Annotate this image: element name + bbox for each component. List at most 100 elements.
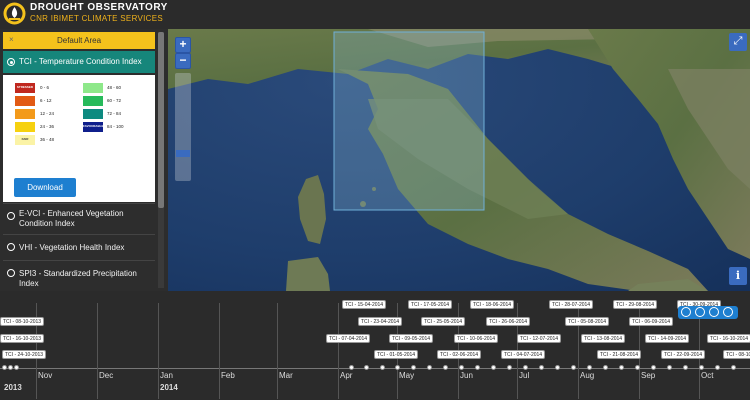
radio-icon[interactable]	[7, 243, 15, 251]
map-view[interactable]: + − ⤢ i	[168, 29, 750, 291]
timeline-tag[interactable]: TCI - 08-10-2014	[723, 350, 750, 359]
zoom-slider-thumb[interactable]	[176, 150, 190, 157]
timeline-dot[interactable]	[619, 365, 624, 370]
month-gridline	[277, 303, 278, 399]
timeline-tag[interactable]: TCI - 06-09-2014	[629, 317, 674, 326]
timeline-nav-bar	[678, 306, 738, 319]
timeline-tag[interactable]: TCI - 02-06-2014	[437, 350, 482, 359]
timeline-dot[interactable]	[715, 365, 720, 370]
legend-swatch: FAIR	[15, 135, 35, 145]
zoom-in-time-icon[interactable]	[681, 307, 691, 317]
download-button[interactable]: Download	[14, 178, 76, 197]
timeline-tag[interactable]: TCI - 05-08-2014	[565, 317, 610, 326]
timeline-dot[interactable]	[14, 365, 19, 370]
timeline-dot[interactable]	[364, 365, 369, 370]
legend-swatch	[15, 122, 35, 132]
timeline-dot[interactable]	[587, 365, 592, 370]
legend-swatch-tag: FAVOURABLE	[83, 124, 104, 128]
timeline-tag[interactable]: TCI - 07-04-2014	[326, 334, 371, 343]
timeline-tag[interactable]: TCI - 25-05-2014	[421, 317, 466, 326]
timeline-tag[interactable]: TCI - 14-09-2014	[645, 334, 690, 343]
index-item-label: TCI - Temperature Condition Index	[19, 57, 142, 66]
panel-scrollbar[interactable]	[158, 32, 164, 288]
timeline-dot[interactable]	[459, 365, 464, 370]
legend-swatch-tag: STRESSED	[16, 85, 34, 89]
timeline-dot[interactable]	[555, 365, 560, 370]
timeline-dot[interactable]	[475, 365, 480, 370]
zoom-out-button[interactable]: −	[175, 53, 191, 69]
legend-card: STRESSED 0 - 6 6 - 12 12 - 24 24 - 36 FA…	[3, 75, 155, 202]
timeline-tag[interactable]: TCI - 08-10-2013	[0, 317, 45, 326]
timeline-tag[interactable]: TCI - 24-10-2013	[2, 350, 47, 359]
timeline-dot[interactable]	[380, 365, 385, 370]
zoom-out-time-icon[interactable]	[695, 307, 705, 317]
timeline-dot[interactable]	[539, 365, 544, 370]
timeline-tag[interactable]: TCI - 01-05-2014	[374, 350, 419, 359]
year-label: 2014	[160, 383, 178, 392]
index-item-tci[interactable]: TCI - Temperature Condition Index	[3, 51, 155, 73]
move-left-icon[interactable]	[709, 307, 719, 317]
info-icon[interactable]: i	[729, 267, 747, 285]
legend-swatch	[15, 96, 35, 106]
timeline-dot[interactable]	[349, 365, 354, 370]
legend-swatch: FAVOURABLE	[83, 122, 103, 132]
timeline-dot[interactable]	[411, 365, 416, 370]
zoom-in-button[interactable]: +	[175, 37, 191, 53]
index-panel: × Default Area TCI - Temperature Conditi…	[0, 29, 168, 291]
timeline[interactable]: Nov Dec Jan Feb Mar Apr May Jun Jul Aug …	[0, 291, 750, 400]
timeline-tag[interactable]: TCI - 10-06-2014	[454, 334, 499, 343]
timeline-tag[interactable]: TCI - 18-06-2014	[470, 300, 515, 309]
timeline-dot[interactable]	[443, 365, 448, 370]
month-label: Jun	[460, 371, 473, 380]
timeline-tag[interactable]: TCI - 09-05-2014	[389, 334, 434, 343]
timeline-dot[interactable]	[635, 365, 640, 370]
timeline-tag[interactable]: TCI - 04-07-2014	[501, 350, 546, 359]
index-item-label: E-VCI - Enhanced Vegetation Condition In…	[19, 209, 124, 228]
month-label: Dec	[99, 371, 114, 380]
timeline-dot[interactable]	[603, 365, 608, 370]
index-item-spi3[interactable]: SPI3 - Standardized Precipitation Index	[3, 260, 155, 288]
month-label: Apr	[340, 371, 353, 380]
index-item-vhi[interactable]: VHI - Vegetation Health Index	[3, 234, 155, 259]
timeline-dot[interactable]	[571, 365, 576, 370]
timeline-dot[interactable]	[523, 365, 528, 370]
timeline-tag[interactable]: TCI - 16-10-2013	[0, 334, 45, 343]
timeline-dot[interactable]	[427, 365, 432, 370]
timeline-tag[interactable]: TCI - 21-08-2014	[597, 350, 642, 359]
timeline-dot[interactable]	[491, 365, 496, 370]
move-right-icon[interactable]	[723, 307, 733, 317]
satellite-map	[168, 29, 750, 291]
scrollbar-thumb[interactable]	[158, 32, 164, 208]
timeline-tag[interactable]: TCI - 15-04-2014	[342, 300, 387, 309]
timeline-tag[interactable]: TCI - 12-07-2014	[517, 334, 562, 343]
radio-icon[interactable]	[7, 212, 15, 220]
timeline-dot[interactable]	[8, 365, 13, 370]
timeline-dot[interactable]	[507, 365, 512, 370]
timeline-tag[interactable]: TCI - 23-04-2014	[358, 317, 403, 326]
timeline-tag[interactable]: TCI - 13-08-2014	[581, 334, 626, 343]
zoom-slider[interactable]	[175, 73, 191, 181]
timeline-tag[interactable]: TCI - 26-06-2014	[486, 317, 531, 326]
timeline-dot[interactable]	[699, 365, 704, 370]
timeline-dot[interactable]	[731, 365, 736, 370]
timeline-dot[interactable]	[395, 365, 400, 370]
radio-icon[interactable]	[7, 269, 15, 277]
timeline-tag[interactable]: TCI - 17-05-2014	[408, 300, 453, 309]
fullscreen-icon[interactable]: ⤢	[729, 33, 747, 51]
radio-selected-icon[interactable]	[7, 58, 15, 66]
area-selector[interactable]: × Default Area	[3, 32, 155, 49]
timeline-dot[interactable]	[2, 365, 7, 370]
legend-label: 12 - 24	[40, 111, 55, 116]
index-item-evci[interactable]: E-VCI - Enhanced Vegetation Condition In…	[3, 203, 155, 233]
timeline-dot[interactable]	[667, 365, 672, 370]
timeline-tag[interactable]: TCI - 29-08-2014	[613, 300, 658, 309]
timeline-dot[interactable]	[683, 365, 688, 370]
app-window: DROUGHT OBSERVATORY CNR IBIMET CLIMATE S…	[0, 0, 750, 400]
legend-label: 84 - 100	[107, 124, 124, 129]
timeline-tag[interactable]: TCI - 22-09-2014	[661, 350, 706, 359]
index-item-label: SPI3 - Standardized Precipitation Index	[19, 269, 137, 288]
timeline-tag[interactable]: TCI - 28-07-2014	[549, 300, 594, 309]
legend-label: 60 - 72	[107, 98, 122, 103]
timeline-tag[interactable]: TCI - 16-10-2014	[707, 334, 750, 343]
timeline-dot[interactable]	[651, 365, 656, 370]
